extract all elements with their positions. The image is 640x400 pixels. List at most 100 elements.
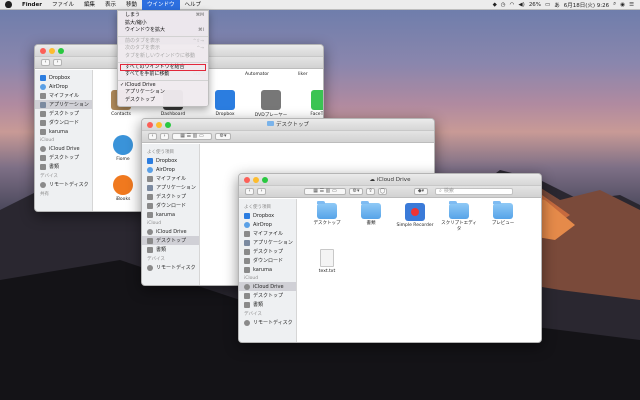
battery-percent[interactable]: 26% xyxy=(529,2,541,8)
apple-menu-icon[interactable] xyxy=(5,1,12,8)
menu-file[interactable]: ファイル xyxy=(47,0,79,10)
forward-button[interactable]: › xyxy=(257,188,266,195)
app-item[interactable]: DVDプレーヤー xyxy=(251,90,291,118)
volume-icon[interactable]: ◀) xyxy=(518,2,524,8)
minimize-button[interactable] xyxy=(49,47,55,54)
close-button[interactable] xyxy=(40,47,46,54)
sidebar-item[interactable]: 書類 xyxy=(142,245,199,254)
notification-center-icon[interactable]: ☰ xyxy=(629,2,634,8)
checkmark-icon: ✓ xyxy=(120,81,125,88)
menu-item[interactable]: ウインドウを拡大 ⌘I xyxy=(118,27,208,35)
sidebar-item[interactable]: Dropbox xyxy=(35,73,92,82)
back-button[interactable]: ‹ xyxy=(41,59,50,66)
sidebar-item-label: マイファイル xyxy=(49,93,80,99)
sidebar-item[interactable]: デスクトップ xyxy=(35,109,92,118)
app-item[interactable]: iBooks xyxy=(103,175,143,202)
menu-go[interactable]: 移動 xyxy=(121,0,142,10)
desktop-icon xyxy=(40,154,46,161)
app-item[interactable]: FaceTime xyxy=(301,90,323,117)
menu-item[interactable]: しまう ⌘M xyxy=(118,12,208,20)
sidebar-item[interactable]: AirDrop xyxy=(142,165,199,174)
menu-item-label: 次のタブを表示 xyxy=(125,45,161,52)
sidebar-item[interactable]: アプリケーション xyxy=(35,100,92,109)
sidebar-item[interactable]: AirDrop xyxy=(35,82,92,91)
sidebar-item[interactable]: 書類 xyxy=(35,162,92,171)
sidebar-item[interactable]: アプリケーション xyxy=(239,238,296,247)
sidebar-item[interactable]: マイファイル xyxy=(239,229,296,238)
sidebar-item[interactable]: karuma xyxy=(35,127,92,136)
menu-window[interactable]: ウインドウ xyxy=(142,0,180,10)
tag-button[interactable]: ◯ xyxy=(378,188,387,195)
input-source-icon[interactable]: あ xyxy=(554,1,560,9)
app-label: Dropbox xyxy=(215,112,235,117)
zoom-button[interactable] xyxy=(58,47,64,54)
sidebar-item[interactable]: リモートディスク xyxy=(239,318,296,327)
menu-item[interactable]: すべてを手前に移動 xyxy=(118,71,208,79)
sidebar-item[interactable]: iCloud Drive xyxy=(239,282,296,291)
back-button[interactable]: ‹ xyxy=(148,133,157,140)
file-item[interactable]: text.txt xyxy=(307,249,347,275)
sidebar-item-label: リモートディスク xyxy=(49,182,89,188)
file-item[interactable]: デスクトップ xyxy=(307,201,347,227)
sidebar-item[interactable]: リモートディスク xyxy=(35,180,92,189)
sidebar-item[interactable]: karuma xyxy=(239,265,296,274)
record-dot-icon xyxy=(411,208,419,216)
share-button[interactable]: ⇪ xyxy=(366,188,375,195)
sidebar-item-label: 書類 xyxy=(156,247,167,253)
sidebar-item[interactable]: iCloud Drive xyxy=(35,144,92,153)
arrange-button[interactable]: ⚙▾ xyxy=(349,188,363,195)
menu-item[interactable]: アプリケーション xyxy=(118,89,208,97)
spotlight-icon[interactable]: ⌕ xyxy=(613,1,616,8)
menu-view[interactable]: 表示 xyxy=(100,0,121,10)
back-button[interactable]: ‹ xyxy=(245,188,254,195)
title-bar[interactable]: デスクトップ xyxy=(142,119,434,131)
sidebar-item[interactable]: デスクトップ xyxy=(239,291,296,300)
app-item[interactable]: Dropbox xyxy=(205,90,245,117)
sidebar-item[interactable]: karuma xyxy=(142,210,199,219)
sidebar-item[interactable]: デスクトップ xyxy=(35,153,92,162)
sidebar-item[interactable]: 書類 xyxy=(239,300,296,309)
camera-icon xyxy=(113,135,133,155)
siri-icon[interactable]: ◉ xyxy=(620,2,625,8)
arrange-button[interactable]: ⚙▾ xyxy=(215,133,231,140)
sidebar-section-header: デバイス xyxy=(244,312,262,317)
sidebar-item[interactable]: マイファイル xyxy=(142,174,199,183)
title-bar[interactable]: ☁ iCloud Drive xyxy=(239,174,541,186)
airdrop-icon xyxy=(40,83,46,90)
sidebar-item[interactable]: iCloud Drive xyxy=(142,227,199,236)
home-icon xyxy=(244,266,250,273)
file-item[interactable]: プレビュー xyxy=(483,201,523,227)
download-icon xyxy=(244,257,250,264)
wifi-icon[interactable]: ◠ xyxy=(510,2,515,8)
app-item[interactable]: Fiome xyxy=(103,135,143,162)
sidebar-item[interactable]: AirDrop xyxy=(239,220,296,229)
forward-button[interactable]: › xyxy=(53,59,62,66)
dropbox-icon xyxy=(40,74,46,81)
clock[interactable]: 6月18日(火) 9:26 xyxy=(564,1,609,9)
menu-edit[interactable]: 編集 xyxy=(79,0,100,10)
menu-help[interactable]: ヘルプ xyxy=(180,0,207,10)
search-input[interactable]: ⌕ 検索 xyxy=(435,188,513,195)
menu-finder[interactable]: Finder xyxy=(17,0,47,10)
sidebar-item[interactable]: ダウンロード xyxy=(35,118,92,127)
file-item[interactable]: Simple Recorder xyxy=(395,203,435,229)
forward-button[interactable]: › xyxy=(160,133,169,140)
sidebar-item[interactable]: デスクトップ xyxy=(239,247,296,256)
sidebar-item[interactable]: デスクトップ xyxy=(142,192,199,201)
dropbox-toolbar-button[interactable]: ◆▾ xyxy=(414,188,428,195)
sidebar-item[interactable]: アプリケーション xyxy=(142,183,199,192)
menu-item[interactable]: デスクトップ xyxy=(118,97,208,105)
sidebar-item[interactable]: ダウンロード xyxy=(142,201,199,210)
dropbox-status-icon[interactable]: ◆ xyxy=(493,2,497,8)
sidebar-item[interactable]: デスクトップ xyxy=(142,236,199,245)
sidebar-item[interactable]: リモートディスク xyxy=(142,263,199,272)
sidebar-item[interactable]: Dropbox xyxy=(239,211,296,220)
file-item[interactable]: 書類 xyxy=(351,201,391,227)
sidebar-item[interactable]: ダウンロード xyxy=(239,256,296,265)
view-mode-buttons[interactable]: ▦ ☰ ▥ ▭ xyxy=(304,188,346,195)
sidebar-item[interactable]: Dropbox xyxy=(142,156,199,165)
sidebar-item[interactable]: マイファイル xyxy=(35,91,92,100)
view-mode-buttons[interactable]: ▦ ☰ ▥ ▭ xyxy=(172,133,212,140)
timemachine-icon[interactable]: ◷ xyxy=(501,2,506,8)
file-item[interactable]: スクリプトエディタ xyxy=(439,201,479,233)
